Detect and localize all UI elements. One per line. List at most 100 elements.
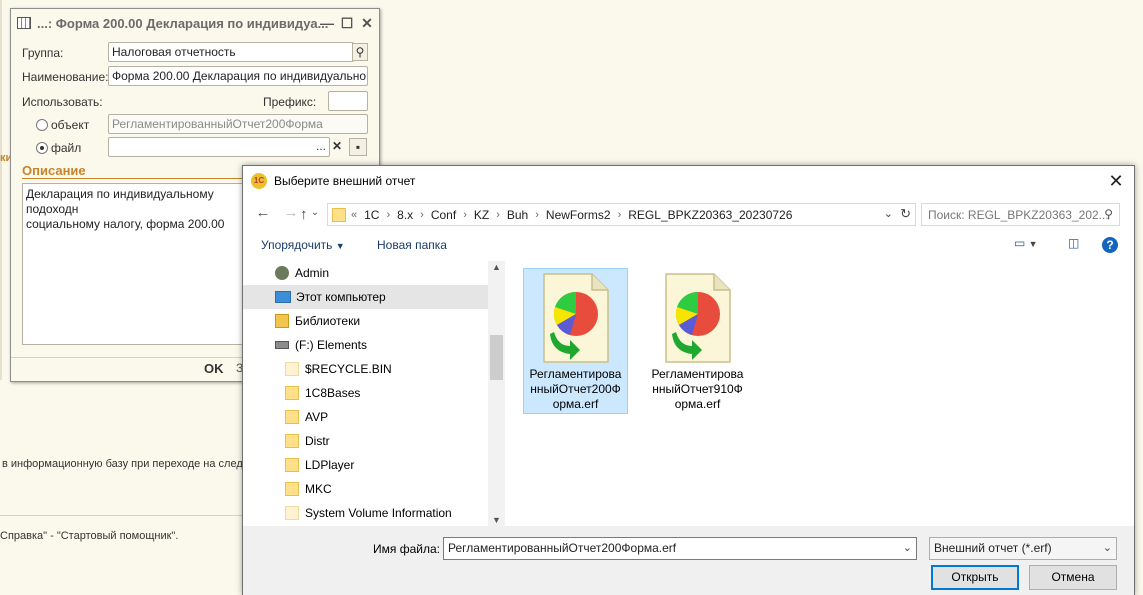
breadcrumb-item[interactable]: NewForms2 [540,208,617,222]
breadcrumb-item[interactable]: KZ [468,208,495,222]
file-dialog: 1С Выберите внешний отчет ✕ ← → ⌄ ↑ « 1C… [242,165,1135,595]
chevron-down-icon: ▼ [335,241,345,251]
search-placeholder: Поиск: REGL_BPKZ20363_202... [928,208,1109,222]
tree-item-admin[interactable]: Admin [243,261,488,285]
file-radio-label: файл [51,141,82,155]
tree-item-folder[interactable]: MKC [243,477,488,501]
file-browse-button[interactable]: ... [314,138,328,156]
user-icon [275,266,289,280]
name-field[interactable]: Форма 200.00 Декларация по индивидуально… [108,66,368,86]
breadcrumb-item[interactable]: Conf [425,208,462,222]
search-icon[interactable]: ⚲ [352,43,368,61]
up-arrow-icon[interactable]: ↑ [300,206,308,223]
breadcrumb-item[interactable]: REGL_BPKZ20363_20230726 [622,208,798,222]
tree-scrollbar[interactable]: ▲ ▼ [488,261,505,526]
group-field[interactable]: Налоговая отчетность [108,42,354,62]
description-textarea[interactable]: Декларация по индивидуальному подоходн с… [22,183,262,345]
tree-item-label: System Volume Information [305,506,452,520]
folder-icon [285,458,299,472]
refresh-icon[interactable]: ↻ [900,206,911,222]
breadcrumb-item[interactable]: Buh [501,208,534,222]
navigation-tree[interactable]: Admin Этот компьютер Библиотеки (F:) Ele… [243,261,505,526]
form-title: ...: Форма 200.00 Декларация по индивиду… [37,15,329,31]
1c-app-icon: 1С [251,173,267,189]
file-name: РегламентированныйОтчет910Форма.erf [651,367,744,411]
dialog-title: Выберите внешний отчет [274,174,416,188]
organize-button[interactable]: Упорядочить ▼ [261,238,345,252]
filename-label: Имя файла: [373,542,440,556]
scrollbar-thumb[interactable] [490,335,503,380]
tree-item-label: Distr [305,434,330,448]
prefix-label: Префикс: [263,95,317,109]
erf-report-icon [543,273,609,363]
address-dropdown-icon[interactable]: ⌄ [884,207,893,220]
scroll-up-icon[interactable]: ▲ [492,262,501,272]
tree-item-drive-f[interactable]: (F:) Elements [243,333,488,357]
object-radio-label: объект [51,118,90,132]
filetype-select[interactable]: Внешний отчет (*.erf) ⌄ [929,537,1117,560]
tree-item-folder[interactable]: LDPlayer [243,453,488,477]
tree-item-folder[interactable]: Distr [243,429,488,453]
library-icon [275,314,289,328]
file-radio[interactable] [36,142,48,154]
tree-item-folder[interactable]: 1C8Bases [243,381,488,405]
background-divider [0,515,242,516]
clear-icon[interactable]: ✕ [329,138,345,156]
object-field: РегламентированныйОтчет200Форма [108,114,368,134]
tree-item-label: (F:) Elements [295,338,368,352]
tree-item-label: LDPlayer [305,458,355,472]
preview-pane-icon[interactable]: ◫ [1068,236,1079,250]
tree-item-folder[interactable]: System Volume Information [243,501,488,525]
filetype-value: Внешний отчет (*.erf) [934,541,1052,555]
folder-icon [332,207,346,222]
use-label: Использовать: [22,95,103,109]
back-arrow-icon[interactable]: ← [253,202,273,224]
chevron-down-icon[interactable]: ⌄ [1103,541,1112,554]
background-text-2: Справка" - "Стартовый помощник". [0,530,179,542]
file-field[interactable] [108,137,330,157]
cancel-button[interactable]: Отмена [1029,565,1117,590]
group-label: Группа: [22,46,64,60]
breadcrumb-item[interactable]: 1C [358,208,385,222]
breadcrumb-item[interactable]: 8.x [391,208,419,222]
tree-item-folder[interactable]: $RECYCLE.BIN [243,357,488,381]
breadcrumb-overflow[interactable]: « [350,209,358,221]
search-icon[interactable]: ⚲ [1104,207,1113,221]
close-icon[interactable]: ✕ [359,15,375,31]
help-icon[interactable]: ? [1102,237,1118,253]
folder-icon [285,434,299,448]
forward-arrow-icon[interactable]: → [281,202,301,224]
tree-item-this-computer[interactable]: Этот компьютер [243,285,488,309]
folder-icon [285,410,299,424]
background-text-1: в информационную базу при переходе на сл… [2,458,243,470]
form-icon [17,17,31,29]
tree-item-libraries[interactable]: Библиотеки [243,309,488,333]
object-radio[interactable] [36,119,48,131]
maximize-icon[interactable]: ☐ [339,15,355,31]
file-item[interactable]: РегламентированныйОтчет910Форма.erf [645,268,750,414]
tree-item-folder[interactable]: AVP [243,405,488,429]
description-underline [22,178,254,179]
erf-report-icon [665,273,731,363]
ok-button[interactable]: OK [204,361,224,376]
prefix-field[interactable] [328,91,368,111]
minimize-icon[interactable]: — [319,15,335,31]
tree-item-label: Admin [295,266,330,280]
open-button[interactable]: Открыть [931,565,1019,590]
chevron-down-icon[interactable]: ⌄ [903,541,912,554]
organize-label: Упорядочить [261,238,333,252]
view-options-icon[interactable]: ▭ ▼ [1014,236,1038,250]
file-name: РегламентированныйОтчет200Форма.erf [529,367,622,411]
folder-icon [285,506,299,520]
file-item[interactable]: РегламентированныйОтчет200Форма.erf [523,268,628,414]
address-bar[interactable]: ↑ « 1C › 8.x › Conf › KZ › Buh › NewForm… [300,203,916,226]
scroll-down-icon[interactable]: ▼ [492,515,501,525]
filename-input[interactable]: РегламентированныйОтчет200Форма.erf ⌄ [443,537,917,560]
new-folder-button[interactable]: Новая папка [377,238,447,252]
dialog-close-icon[interactable]: ✕ [1104,170,1128,192]
recent-chevron-icon[interactable]: ⌄ [305,202,325,224]
save-icon[interactable]: ▪ [349,138,367,156]
dialog-titlebar: 1С Выберите внешний отчет [243,166,1134,196]
search-input[interactable]: Поиск: REGL_BPKZ20363_202... ⚲ [921,203,1120,226]
background-divider-top [0,0,2,380]
